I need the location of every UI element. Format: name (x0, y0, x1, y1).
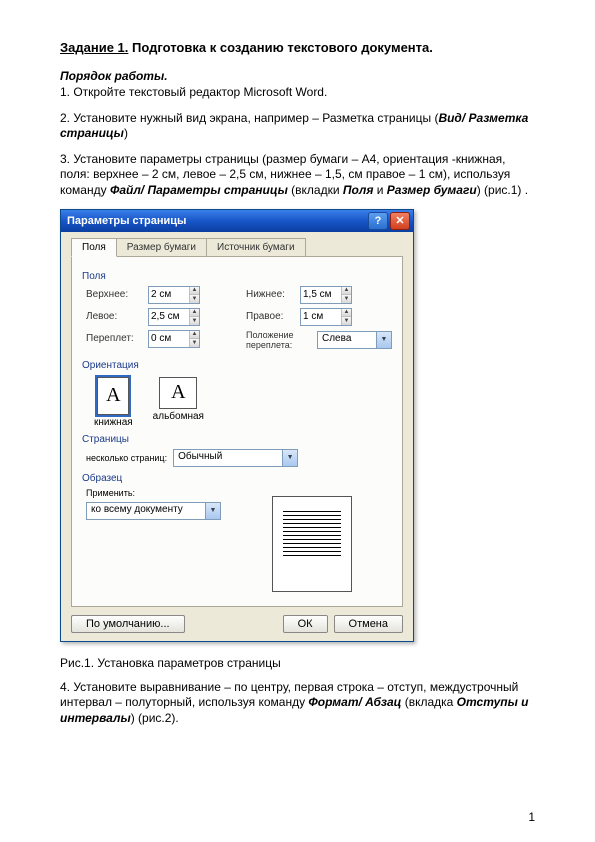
input-left[interactable] (149, 309, 189, 325)
orientation-landscape[interactable]: A альбомная (153, 377, 204, 428)
cancel-button[interactable]: Отмена (334, 615, 403, 633)
label-apply-to: Применить: (86, 488, 135, 498)
default-button[interactable]: По умолчанию... (71, 615, 185, 633)
figure-caption: Рис.1. Установка параметров страницы (60, 656, 535, 670)
step-2: 2. Установите нужный вид экрана, наприме… (60, 111, 535, 142)
task-label: Задание 1. (60, 40, 128, 55)
tab-strip: Поля Размер бумаги Источник бумаги (71, 238, 403, 257)
combo-several-pages[interactable]: Обычный ▼ (173, 449, 298, 467)
down-icon[interactable]: ▼ (190, 317, 199, 325)
task-title-text: Подготовка к созданию текстового докумен… (132, 40, 433, 55)
down-icon[interactable]: ▼ (342, 295, 351, 303)
spinner-gutter[interactable]: ▲▼ (148, 330, 200, 348)
step-1: 1. Откройте текстовый редактор Microsoft… (60, 85, 535, 101)
spinner-right[interactable]: ▲▼ (300, 308, 352, 326)
label-left: Левое: (86, 311, 142, 322)
group-margins: Поля (82, 271, 392, 282)
spinner-left[interactable]: ▲▼ (148, 308, 200, 326)
chevron-down-icon[interactable]: ▼ (282, 450, 297, 466)
label-bottom: Нижнее: (246, 289, 294, 300)
input-right[interactable] (301, 309, 341, 325)
tab-panel-fields: Поля Верхнее: ▲▼ Левое: (71, 257, 403, 607)
spinner-top[interactable]: ▲▼ (148, 286, 200, 304)
label-several-pages: несколько страниц: (86, 453, 167, 463)
dialog-title: Параметры страницы (67, 215, 368, 227)
group-pages: Страницы (82, 434, 392, 445)
work-order-heading: Порядок работы. (60, 69, 535, 83)
dialog-titlebar[interactable]: Параметры страницы ? ✕ (61, 210, 413, 232)
spinner-bottom[interactable]: ▲▼ (300, 286, 352, 304)
close-button[interactable]: ✕ (390, 212, 410, 230)
up-icon[interactable]: ▲ (190, 331, 199, 340)
page-setup-dialog: Параметры страницы ? ✕ Поля Размер бумаг… (60, 209, 414, 642)
group-preview: Образец (82, 473, 392, 484)
label-top: Верхнее: (86, 289, 142, 300)
up-icon[interactable]: ▲ (342, 287, 351, 296)
help-button[interactable]: ? (368, 212, 388, 230)
tab-paper-size[interactable]: Размер бумаги (116, 238, 207, 256)
tab-fields[interactable]: Поля (71, 238, 117, 257)
input-bottom[interactable] (301, 287, 341, 303)
input-gutter[interactable] (149, 331, 189, 347)
combo-gutter-position[interactable]: Слева ▼ (317, 331, 392, 349)
group-orientation: Ориентация (82, 360, 392, 371)
tab-paper-source[interactable]: Источник бумаги (206, 238, 306, 256)
down-icon[interactable]: ▼ (190, 339, 199, 347)
step-4: 4. Установите выравнивание – по центру, … (60, 680, 535, 727)
up-icon[interactable]: ▲ (342, 309, 351, 318)
ok-button[interactable]: ОК (283, 615, 328, 633)
page-number: 1 (528, 810, 535, 824)
input-top[interactable] (149, 287, 189, 303)
label-right: Правое: (246, 311, 294, 322)
page-preview (272, 496, 352, 592)
chevron-down-icon[interactable]: ▼ (205, 503, 220, 519)
up-icon[interactable]: ▲ (190, 287, 199, 296)
label-gutter-position: Положение переплета: (246, 330, 311, 350)
combo-apply-to[interactable]: ко всему документу ▼ (86, 502, 221, 520)
up-icon[interactable]: ▲ (190, 309, 199, 318)
step-3: 3. Установите параметры страницы (размер… (60, 152, 535, 199)
orientation-portrait[interactable]: A книжная (94, 377, 133, 428)
task-heading: Задание 1. Подготовка к созданию текстов… (60, 40, 535, 55)
down-icon[interactable]: ▼ (190, 295, 199, 303)
down-icon[interactable]: ▼ (342, 317, 351, 325)
chevron-down-icon[interactable]: ▼ (376, 332, 391, 348)
page-portrait-icon: A (97, 377, 129, 415)
label-gutter: Переплет: (86, 333, 142, 344)
page-landscape-icon: A (159, 377, 197, 409)
